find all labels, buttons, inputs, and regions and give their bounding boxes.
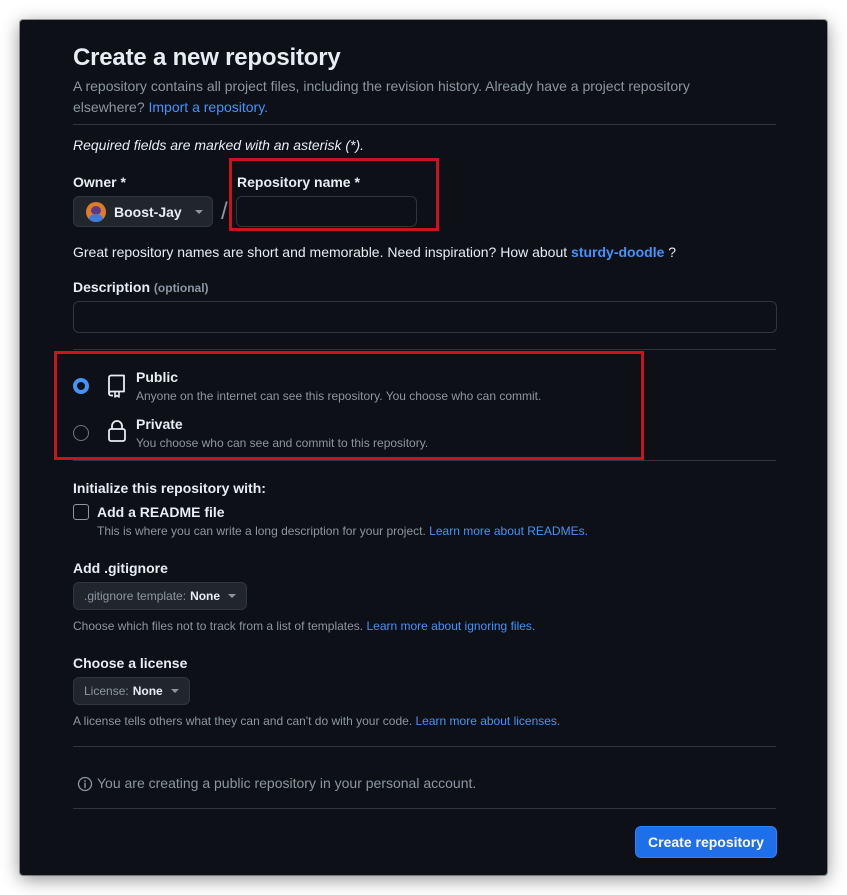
repo-name-hint: Great repository names are short and mem… (73, 244, 676, 260)
public-repo-info: You are creating a public repository in … (97, 775, 477, 791)
license-desc-text: A license tells others what they can and… (73, 714, 413, 728)
divider (73, 460, 776, 461)
private-radio[interactable] (73, 425, 89, 441)
caret-down-icon (195, 209, 203, 214)
description-label-text: Description (73, 279, 151, 295)
info-icon (77, 776, 93, 797)
hint-end: ? (668, 244, 677, 260)
description-input[interactable] (73, 301, 777, 333)
lock-icon (106, 419, 128, 448)
page-subtitle: A repository contains all project files,… (73, 76, 753, 118)
repo-name-input[interactable] (236, 196, 417, 227)
owner-repo-separator: / (221, 198, 228, 225)
repo-icon (106, 374, 128, 403)
create-repository-button[interactable]: Create repository (635, 826, 777, 858)
public-radio[interactable] (73, 378, 89, 394)
name-suggestion-link[interactable]: sturdy-doodle (571, 244, 664, 260)
license-select-key: License: (84, 684, 129, 698)
divider (73, 349, 776, 350)
private-option-desc: You choose who can see and commit to thi… (136, 436, 429, 450)
gitignore-select-key: .gitignore template: (84, 589, 187, 603)
repo-name-label: Repository name * (237, 174, 360, 190)
avatar (86, 201, 106, 222)
caret-down-icon (228, 594, 237, 598)
public-option-desc: Anyone on the internet can see this repo… (136, 389, 542, 403)
init-heading: Initialize this repository with: (73, 480, 266, 496)
license-desc: A license tells others what they can and… (73, 714, 560, 728)
gitignore-desc-text: Choose which files not to track from a l… (73, 619, 364, 633)
caret-down-icon (170, 689, 179, 693)
readme-label[interactable]: Add a README file (97, 504, 225, 520)
import-repository-link[interactable]: Import a repository. (149, 99, 269, 115)
readme-desc-text: This is where you can write a long descr… (97, 524, 426, 538)
public-option-title: Public (136, 369, 179, 385)
readme-desc: This is where you can write a long descr… (97, 524, 588, 538)
repository-form-window: Create a new repository A repository con… (20, 20, 827, 875)
license-heading: Choose a license (73, 655, 188, 671)
gitignore-learn-more-link[interactable]: Learn more about ignoring files. (366, 619, 535, 633)
owner-name: Boost-Jay (114, 203, 182, 220)
license-dropdown[interactable]: License: None (73, 677, 190, 705)
license-select-value: None (132, 684, 163, 698)
readme-learn-more-link[interactable]: Learn more about READMEs. (429, 524, 588, 538)
description-label: Description (optional) (73, 279, 209, 295)
readme-checkbox[interactable] (73, 504, 89, 520)
gitignore-template-dropdown[interactable]: .gitignore template: None (73, 582, 248, 610)
gitignore-desc: Choose which files not to track from a l… (73, 619, 535, 633)
required-fields-note: Required fields are marked with an aster… (73, 137, 365, 153)
private-option-title: Private (136, 416, 183, 432)
owner-label: Owner * (73, 174, 126, 190)
divider (73, 808, 776, 809)
divider (73, 746, 776, 747)
page-title: Create a new repository (73, 44, 341, 71)
owner-dropdown[interactable]: Boost-Jay (73, 196, 213, 227)
divider (73, 124, 776, 125)
hint-text: Great repository names are short and mem… (73, 244, 568, 260)
gitignore-heading: Add .gitignore (73, 560, 168, 576)
optional-tag: (optional) (153, 281, 209, 295)
gitignore-select-value: None (190, 589, 221, 603)
license-learn-more-link[interactable]: Learn more about licenses. (416, 714, 561, 728)
